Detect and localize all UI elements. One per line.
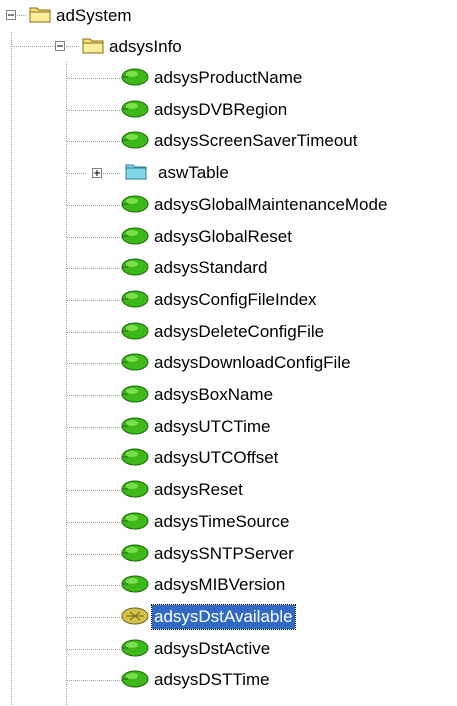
leaf-selected-icon bbox=[118, 603, 152, 632]
leaf-icon bbox=[118, 286, 152, 315]
leaf-icon bbox=[118, 476, 152, 505]
tree-guide-h bbox=[67, 395, 122, 396]
tree-node-adsysdstavailable[interactable]: adsysDstAvailable bbox=[118, 602, 296, 632]
tree-node-label: adsysDstActive bbox=[154, 639, 271, 658]
tree-node-adsysstandard[interactable]: adsysStandard bbox=[118, 253, 269, 283]
tree-node-adsysscreensavertimeout[interactable]: adsysScreenSaverTimeout bbox=[118, 126, 359, 156]
tree-guide-h bbox=[67, 554, 122, 555]
tree-guide-h bbox=[67, 490, 122, 491]
tree-guide-h bbox=[67, 522, 122, 523]
expand-collapse-toggle[interactable] bbox=[55, 41, 65, 51]
leaf-icon bbox=[118, 666, 152, 695]
tree-node-label: adsysReset bbox=[154, 480, 243, 499]
leaf-icon bbox=[118, 540, 152, 569]
tree-guide-h bbox=[66, 46, 80, 47]
leaf-icon bbox=[118, 64, 152, 93]
tree-node-adsysproductname[interactable]: adsysProductName bbox=[118, 63, 304, 93]
tree-node-adsystimesource[interactable]: adsysTimeSource bbox=[118, 507, 291, 537]
tree-view[interactable]: adSystem adsysInfo adsysProductName adsys… bbox=[0, 0, 457, 706]
tree-guide-root bbox=[11, 32, 12, 706]
tree-node-label: adsysInfo bbox=[109, 37, 182, 56]
leaf-icon bbox=[118, 444, 152, 473]
tree-node-adsysdsttime[interactable]: adsysDSTTime bbox=[118, 665, 272, 695]
tree-node-label: adSystem bbox=[56, 6, 132, 25]
tree-node-adsysglobalmaintenancemode[interactable]: adsysGlobalMaintenanceMode bbox=[118, 190, 389, 220]
tree-node-aswtable[interactable]: aswTable bbox=[124, 158, 231, 188]
tree-node-label: adsysUTCTime bbox=[154, 417, 271, 436]
tree-guide-h bbox=[67, 173, 87, 174]
tree-node-adsysinfo[interactable]: adsysInfo bbox=[81, 32, 184, 62]
tree-node-label: adsysMIBVersion bbox=[154, 575, 286, 594]
tree-guide-h bbox=[67, 141, 122, 142]
leaf-icon bbox=[118, 381, 152, 410]
tree-node-adsysglobalreset[interactable]: adsysGlobalReset bbox=[118, 222, 294, 252]
tree-node-adsyssntpserver[interactable]: adsysSNTPServer bbox=[118, 539, 296, 569]
tree-node-adsystem[interactable]: adSystem bbox=[28, 1, 134, 31]
expand-collapse-toggle[interactable] bbox=[92, 168, 102, 178]
tree-guide-h bbox=[12, 46, 55, 47]
tree-node-adsysutcoffset[interactable]: adsysUTCOffset bbox=[118, 443, 280, 473]
tree-node-adsysutctime[interactable]: adsysUTCTime bbox=[118, 412, 273, 442]
tree-node-adsysboxname[interactable]: adsysBoxName bbox=[118, 380, 275, 410]
tree-node-label: adsysDSTTime bbox=[154, 670, 270, 689]
tree-node-label: adsysDstAvailable bbox=[151, 604, 296, 630]
tree-node-label: adsysDVBRegion bbox=[154, 100, 288, 119]
tree-guide-h bbox=[67, 300, 122, 301]
leaf-icon bbox=[118, 508, 152, 537]
tree-node-adsysdeleteconfigfile[interactable]: adsysDeleteConfigFile bbox=[118, 317, 326, 347]
folder-open-icon bbox=[28, 3, 54, 30]
tree-node-label: adsysDownloadConfigFile bbox=[154, 353, 351, 372]
leaf-icon bbox=[118, 96, 152, 125]
tree-node-label: adsysTimeSource bbox=[154, 512, 290, 531]
tree-node-label: adsysGlobalMaintenanceMode bbox=[154, 195, 388, 214]
tree-node-label: adsysGlobalReset bbox=[154, 227, 292, 246]
tree-guide-h bbox=[67, 332, 122, 333]
leaf-icon bbox=[118, 223, 152, 252]
leaf-icon bbox=[118, 318, 152, 347]
tree-node-label: adsysUTCOffset bbox=[154, 448, 279, 467]
tree-guide-h bbox=[17, 15, 27, 16]
leaf-icon bbox=[118, 349, 152, 378]
tree-node-label: adsysStandard bbox=[154, 258, 268, 277]
tree-guide-h bbox=[67, 585, 122, 586]
leaf-icon bbox=[118, 254, 152, 283]
tree-node-label: adsysProductName bbox=[154, 68, 303, 87]
leaf-icon bbox=[118, 635, 152, 664]
leaf-icon bbox=[118, 413, 152, 442]
tree-node-label: adsysDeleteConfigFile bbox=[154, 322, 325, 341]
tree-node-label: aswTable bbox=[158, 163, 229, 182]
tree-guide-h bbox=[67, 680, 122, 681]
folder-open-icon bbox=[81, 34, 107, 61]
tree-guide-level1 bbox=[66, 62, 67, 706]
tree-guide-h bbox=[67, 268, 122, 269]
tree-guide-h bbox=[67, 649, 122, 650]
leaf-icon bbox=[118, 191, 152, 220]
tree-node-label: adsysConfigFileIndex bbox=[154, 290, 317, 309]
tree-guide-h bbox=[67, 363, 122, 364]
tree-node-adsysdstactive[interactable]: adsysDstActive bbox=[118, 634, 272, 664]
tree-guide-h bbox=[67, 617, 122, 618]
tree-guide-h bbox=[67, 427, 122, 428]
table-folder-icon bbox=[124, 160, 150, 187]
tree-node-adsysdvbregion[interactable]: adsysDVBRegion bbox=[118, 95, 289, 125]
leaf-icon bbox=[118, 127, 152, 156]
tree-guide-h bbox=[103, 173, 121, 174]
tree-guide-h bbox=[67, 458, 122, 459]
tree-node-adsysreset[interactable]: adsysReset bbox=[118, 475, 245, 505]
tree-node-adsysconfigfileindex[interactable]: adsysConfigFileIndex bbox=[118, 285, 319, 315]
tree-guide-h bbox=[67, 237, 122, 238]
tree-guide-h bbox=[67, 205, 122, 206]
tree-node-adsysmibversion[interactable]: adsysMIBVersion bbox=[118, 570, 287, 600]
tree-node-label: adsysBoxName bbox=[154, 385, 274, 404]
tree-guide-h bbox=[67, 78, 122, 79]
tree-guide-h bbox=[67, 110, 122, 111]
tree-node-adsysdownloadconfigfile[interactable]: adsysDownloadConfigFile bbox=[118, 348, 353, 378]
tree-node-label: adsysSNTPServer bbox=[154, 544, 294, 563]
expand-collapse-toggle[interactable] bbox=[6, 10, 16, 20]
tree-node-label: adsysScreenSaverTimeout bbox=[154, 131, 358, 150]
leaf-icon bbox=[118, 571, 152, 600]
